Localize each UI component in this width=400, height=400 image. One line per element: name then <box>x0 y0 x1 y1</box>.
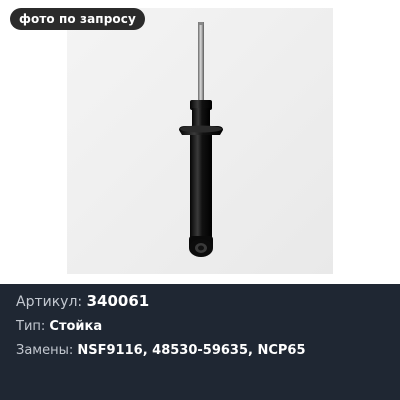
article-row: Артикул: 340061 <box>16 292 149 310</box>
replacements-value: NSF9116, 48530-59635, NCP65 <box>77 343 306 358</box>
type-label: Тип: <box>16 319 50 334</box>
replacements-row: Замены: NSF9116, 48530-59635, NCP65 <box>16 343 306 358</box>
photo-on-request-badge: фото по запросу <box>10 8 145 30</box>
type-value: Стойка <box>49 319 103 334</box>
type-row: Тип: Стойка <box>16 319 102 334</box>
product-card[interactable]: фото по запросу Артикул: 340061 Тип: Сто… <box>0 0 400 400</box>
article-label: Артикул: <box>16 294 87 310</box>
article-value: 340061 <box>86 292 150 310</box>
product-photo-area[interactable]: фото по запросу <box>0 0 400 284</box>
replacements-label: Замены: <box>16 343 78 358</box>
shock-absorber-image <box>179 22 223 257</box>
